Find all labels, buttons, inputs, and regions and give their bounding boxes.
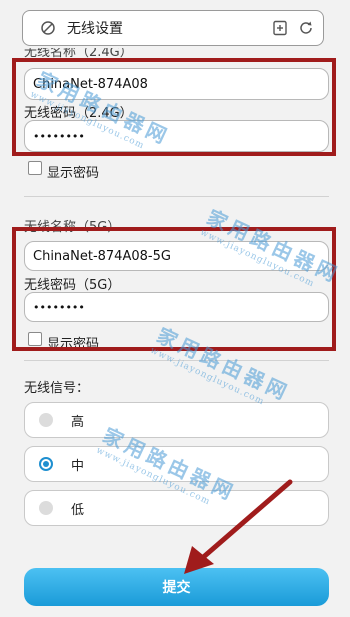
wifi24-password-label: 无线密码（2.4G） bbox=[24, 106, 133, 121]
page: 无线设置 无线名称（2.4G） ChinaNet-874A08 无线密码（2.4… bbox=[0, 0, 350, 617]
wifi5-password-label: 无线密码（5G） bbox=[24, 278, 121, 293]
pointer-arrow-icon bbox=[184, 479, 293, 574]
wifi24-show-password-checkbox[interactable] bbox=[28, 161, 42, 175]
address-bar[interactable]: 无线设置 bbox=[22, 10, 324, 46]
wifi24-name-label-partial: 无线名称（2.4G） bbox=[24, 48, 133, 58]
wifi5-name-label: 无线名称（5G） bbox=[24, 220, 121, 235]
radio-button[interactable] bbox=[39, 501, 53, 515]
wifi5-password-input[interactable]: •••••••• bbox=[24, 292, 329, 322]
signal-option-label: 低 bbox=[71, 502, 85, 518]
wifi5-show-password-label: 显示密码 bbox=[47, 337, 100, 352]
wifi24-show-password-label: 显示密码 bbox=[47, 166, 100, 181]
bookmark-plus-icon[interactable] bbox=[271, 19, 289, 37]
wifi5-name-input[interactable]: ChinaNet-874A08-5G bbox=[24, 241, 329, 271]
watermark-text: 家用路由器网 bbox=[153, 323, 294, 406]
radio-button[interactable] bbox=[39, 413, 53, 427]
radio-button-selected[interactable] bbox=[39, 457, 53, 471]
divider bbox=[24, 360, 329, 361]
page-title: 无线设置 bbox=[67, 21, 123, 37]
signal-option-label: 高 bbox=[71, 414, 85, 430]
signal-option-medium[interactable]: 中 bbox=[24, 446, 329, 482]
signal-option-high[interactable]: 高 bbox=[24, 402, 329, 438]
no-signal-icon bbox=[39, 19, 57, 37]
wifi24-name-input[interactable]: ChinaNet-874A08 bbox=[24, 68, 329, 100]
signal-label: 无线信号： bbox=[24, 381, 90, 396]
wifi5-show-password-checkbox[interactable] bbox=[28, 332, 42, 346]
reload-icon[interactable] bbox=[297, 19, 315, 37]
divider bbox=[24, 196, 329, 197]
signal-option-label: 中 bbox=[71, 458, 85, 474]
wifi24-password-input[interactable]: •••••••• bbox=[24, 120, 329, 152]
